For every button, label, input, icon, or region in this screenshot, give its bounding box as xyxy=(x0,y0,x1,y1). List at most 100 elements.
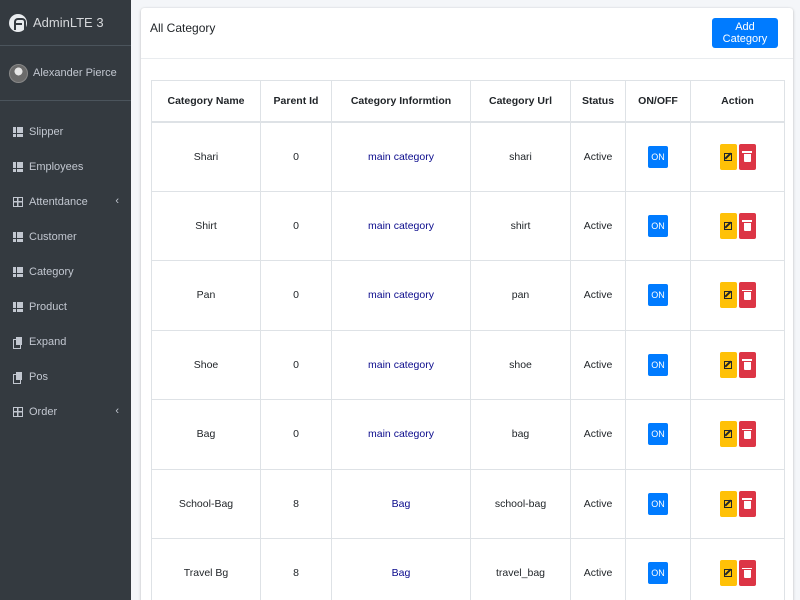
toggle-cell: ON xyxy=(625,190,691,261)
category-url-cell: shirt xyxy=(470,190,571,261)
column-header: Status xyxy=(570,80,626,123)
trash-icon xyxy=(742,220,752,231)
edit-button[interactable] xyxy=(719,490,737,517)
table-row: Shari 0 main category shari Active ON xyxy=(151,121,785,192)
toggle-cell: ON xyxy=(625,538,691,600)
grid-icon xyxy=(13,301,23,312)
trash-icon xyxy=(742,151,752,162)
edit-button[interactable] xyxy=(719,143,737,170)
category-info-cell: main category xyxy=(331,329,471,400)
on-off-toggle[interactable]: ON xyxy=(648,145,668,168)
category-url-cell: shoe xyxy=(470,329,571,400)
content-wrapper: All Category Add Category Category Name … xyxy=(131,0,800,600)
edit-button[interactable] xyxy=(719,421,737,448)
trash-icon xyxy=(742,428,752,440)
action-cell xyxy=(690,121,785,192)
sidebar-item-customer[interactable]: Customer xyxy=(0,219,131,254)
table-row: School-Bag 8 Bag school-bag Active ON xyxy=(151,468,785,539)
sidebar-item-product[interactable]: Product xyxy=(0,289,131,324)
on-off-toggle[interactable]: ON xyxy=(648,423,668,446)
sidebar: AdminLTE 3 Alexander Pierce Slipper Empl… xyxy=(0,0,131,600)
sidebar-item-label: Attentdance xyxy=(29,195,88,208)
sidebar-item-label: Order xyxy=(29,405,58,418)
edit-icon xyxy=(724,221,732,230)
copy-icon xyxy=(13,371,23,384)
category-name-cell: Shari xyxy=(151,121,261,192)
on-off-toggle[interactable]: ON xyxy=(648,284,668,307)
action-cell xyxy=(690,399,785,470)
avatar xyxy=(9,63,28,83)
column-header: ON/OFF xyxy=(625,80,691,123)
parent-id-cell: 0 xyxy=(260,399,332,470)
category-info-cell: main category xyxy=(331,399,471,470)
category-url-cell: travel_bag xyxy=(470,538,571,600)
edit-icon xyxy=(724,430,732,439)
category-info-cell: Bag xyxy=(331,538,471,600)
user-panel[interactable]: Alexander Pierce xyxy=(0,46,131,101)
sidebar-item-employees[interactable]: Employees xyxy=(0,149,131,184)
chevron-left-icon: ‹ xyxy=(115,405,119,417)
delete-button[interactable] xyxy=(738,421,756,448)
trash-icon xyxy=(742,498,752,509)
sidebar-item-label: Slipper xyxy=(29,125,64,138)
status-cell: Active xyxy=(570,329,626,400)
delete-button[interactable] xyxy=(738,560,756,587)
on-off-toggle[interactable]: ON xyxy=(648,214,668,237)
action-cell xyxy=(690,329,785,400)
edit-button[interactable] xyxy=(719,351,737,378)
parent-id-cell: 0 xyxy=(260,190,332,261)
toggle-cell: ON xyxy=(625,260,691,331)
table-row: Bag 0 main category bag Active ON xyxy=(151,399,785,470)
user-name: Alexander Pierce xyxy=(33,67,117,79)
status-cell: Active xyxy=(570,190,626,261)
parent-id-cell: 0 xyxy=(260,329,332,400)
sidebar-nav: Slipper Employees Attentdance ‹ Customer… xyxy=(0,114,131,429)
trash-icon xyxy=(742,567,752,579)
sidebar-item-category[interactable]: Category xyxy=(0,254,131,289)
delete-button[interactable] xyxy=(738,143,756,170)
edit-button[interactable] xyxy=(719,212,737,239)
edit-icon xyxy=(724,152,732,161)
card-body: Category Name Parent Id Category Informt… xyxy=(141,59,793,600)
sidebar-item-order[interactable]: Order ‹ xyxy=(0,394,131,429)
category-url-cell: pan xyxy=(470,260,571,331)
edit-button[interactable] xyxy=(719,282,737,309)
edit-button[interactable] xyxy=(719,560,737,587)
delete-button[interactable] xyxy=(738,212,756,239)
status-cell: Active xyxy=(570,468,626,539)
grid-icon xyxy=(13,126,23,137)
on-off-toggle[interactable]: ON xyxy=(648,562,668,585)
toggle-cell: ON xyxy=(625,399,691,470)
table-header-row: Category Name Parent Id Category Informt… xyxy=(151,80,785,123)
delete-button[interactable] xyxy=(738,490,756,517)
column-header: Parent Id xyxy=(260,80,332,123)
sidebar-item-slipper[interactable]: Slipper xyxy=(0,114,131,149)
edit-icon xyxy=(724,499,732,508)
category-name-cell: Travel Bg xyxy=(151,538,261,600)
table-row: Pan 0 main category pan Active ON xyxy=(151,260,785,331)
trash-icon xyxy=(742,359,752,370)
table-icon xyxy=(13,406,23,417)
copy-icon xyxy=(13,336,23,349)
column-header: Action xyxy=(690,80,785,123)
category-url-cell: bag xyxy=(470,399,571,470)
table-row: Shirt 0 main category shirt Active ON xyxy=(151,190,785,261)
add-category-button[interactable]: Add Category xyxy=(712,18,778,48)
parent-id-cell: 0 xyxy=(260,121,332,192)
chevron-left-icon: ‹ xyxy=(115,195,119,207)
delete-button[interactable] xyxy=(738,282,756,309)
brand-link[interactable]: AdminLTE 3 xyxy=(0,0,131,46)
column-header: Category Name xyxy=(151,80,261,123)
status-cell: Active xyxy=(570,538,626,600)
sidebar-item-label: Pos xyxy=(29,370,48,383)
sidebar-item-attendance[interactable]: Attentdance ‹ xyxy=(0,184,131,219)
on-off-toggle[interactable]: ON xyxy=(648,492,668,515)
delete-button[interactable] xyxy=(738,351,756,378)
on-off-toggle[interactable]: ON xyxy=(648,353,668,376)
category-name-cell: Shoe xyxy=(151,329,261,400)
sidebar-item-expand[interactable]: Expand xyxy=(0,324,131,359)
sidebar-item-pos[interactable]: Pos xyxy=(0,359,131,394)
category-url-cell: shari xyxy=(470,121,571,192)
toggle-cell: ON xyxy=(625,329,691,400)
toggle-cell: ON xyxy=(625,121,691,192)
